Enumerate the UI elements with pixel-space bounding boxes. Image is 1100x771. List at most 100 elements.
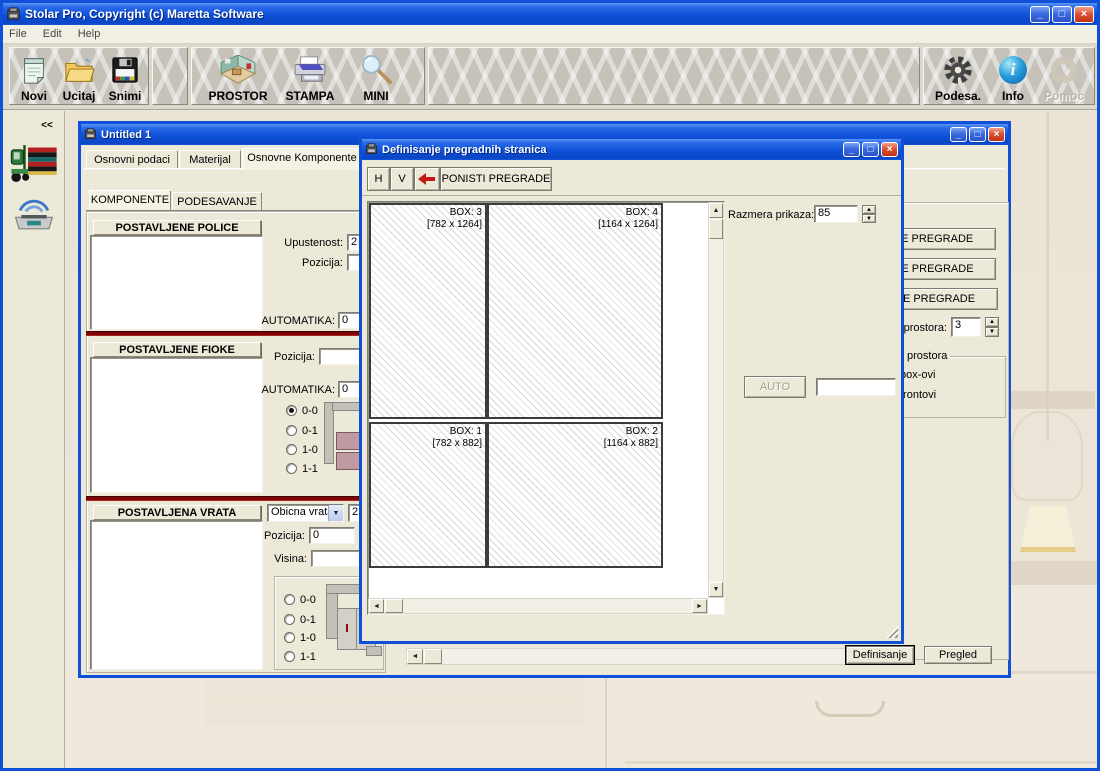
auto-value-field[interactable] [816, 378, 896, 396]
mini-button[interactable]: MINI [344, 50, 408, 103]
scroll-down-arrow[interactable]: ▼ [709, 582, 723, 597]
toolbar-file-panel: Novi Ucitaj [9, 47, 149, 105]
new-document-icon [19, 50, 49, 89]
menu-help[interactable]: Help [78, 28, 101, 40]
prostora-spin-down[interactable]: ▼ [985, 327, 999, 337]
prostor-button[interactable]: PROSTOR [202, 50, 274, 103]
definisanje-button[interactable]: Definisanje [846, 646, 914, 664]
vrata-radio-1-1[interactable] [284, 651, 295, 662]
tab-osnovni-podaci[interactable]: Osnovni podaci [86, 150, 178, 168]
dialog-icon [365, 143, 378, 156]
prostora-value: 3 [955, 319, 961, 331]
scanner-icon[interactable] [11, 195, 57, 238]
box-1-dims: [782 x 882] [433, 438, 482, 450]
vrata-pozicija-field[interactable]: 0 [309, 527, 355, 544]
fioke-radio-0-0[interactable] [286, 405, 297, 416]
forklift-icon[interactable] [9, 139, 59, 190]
ucitaj-label: Ucitaj [63, 89, 96, 103]
sidebar-collapse-button[interactable]: << [35, 117, 59, 133]
scroll-thumb[interactable] [424, 649, 442, 664]
box-canvas[interactable]: BOX: 3 [782 x 1264] BOX: 4 [1164 x 1264]… [367, 201, 725, 615]
scroll-right-arrow[interactable]: ► [692, 599, 707, 613]
auto-button: AUTO [744, 376, 806, 398]
upustenost-label: Upustenost: [271, 237, 343, 249]
fioke-pozicija-field[interactable] [319, 348, 362, 365]
menu-file[interactable]: File [9, 28, 27, 40]
box-4-dims: [1164 x 1264] [598, 219, 658, 231]
tab-osnovne-komponente[interactable]: Osnovne Komponente [242, 148, 362, 169]
upustenost-value: 2 [351, 236, 357, 248]
ponisti-pregrade-button[interactable]: PONISTI PREGRADE [440, 167, 552, 191]
fioke-radio-0-1[interactable] [286, 425, 297, 436]
prostora-spin-up[interactable]: ▲ [985, 317, 999, 327]
vrata-pozicija-label: Pozicija: [259, 530, 305, 542]
app-titlebar[interactable]: Stolar Pro, Copyright (c) Maretta Softwa… [3, 3, 1097, 25]
dialog-minimize-button[interactable]: _ [843, 142, 860, 157]
box-3[interactable]: BOX: 3 [782 x 1264] [369, 203, 487, 419]
vrata-radio-0-1[interactable] [284, 614, 295, 625]
dialog-maximize-button[interactable]: □ [862, 142, 879, 157]
app-minimize-button[interactable]: _ [1030, 6, 1050, 23]
prostora-item-boxovi: box-ovi [900, 369, 935, 381]
vrata-listbox[interactable] [90, 520, 263, 670]
fioke-radio-1-1[interactable] [286, 463, 297, 474]
scale-spin-down[interactable]: ▼ [862, 214, 876, 223]
tab-materijal[interactable]: Materijal [179, 150, 241, 168]
pregled-button[interactable]: Pregled [924, 646, 992, 664]
undo-split-button[interactable] [414, 167, 440, 191]
subtab-label: KOMPONENTE [91, 194, 169, 206]
sidebar-collapse-label: << [41, 120, 53, 131]
app-close-button[interactable]: × [1074, 6, 1094, 23]
snimi-button[interactable]: Snimi [102, 50, 148, 103]
canvas-hscrollbar[interactable]: ◄ ► [368, 598, 708, 614]
dialog-resize-grip[interactable] [886, 626, 898, 638]
scroll-left-arrow[interactable]: ◄ [407, 649, 423, 664]
fioke-radio-1-0[interactable] [286, 444, 297, 455]
police-listbox[interactable] [90, 235, 263, 330]
horizontal-split-button[interactable]: H [367, 167, 390, 191]
scroll-thumb[interactable] [709, 219, 723, 239]
scroll-up-arrow[interactable]: ▲ [709, 203, 723, 218]
doc-hscrollbar[interactable]: ◄ ► [406, 648, 876, 665]
razmera-prikaza-field[interactable]: 85 [814, 205, 858, 223]
info-button[interactable]: i Info [990, 50, 1036, 103]
novi-button[interactable]: Novi [12, 50, 56, 103]
toolbar-settings-panel: Podesa. i Info Pomoc [923, 47, 1095, 105]
vertical-split-button[interactable]: V [390, 167, 414, 191]
scroll-left-arrow[interactable]: ◄ [369, 599, 384, 613]
canvas-vscrollbar[interactable]: ▲ ▼ [708, 202, 724, 598]
scroll-thumb[interactable] [385, 599, 403, 613]
podesa-button[interactable]: Podesa. [928, 50, 988, 103]
menubar: File Edit Help [3, 25, 1097, 44]
doc-minimize-button[interactable]: _ [950, 127, 967, 142]
vrata-type-combo[interactable]: Obicna vrata ▼ [267, 504, 344, 522]
fioke-listbox[interactable] [90, 357, 263, 493]
combo-dropdown-button[interactable]: ▼ [328, 505, 343, 521]
dialog-titlebar[interactable]: Definisanje pregradnih stranica _ □ × [362, 139, 901, 160]
subtab-podesavanje[interactable]: PODESAVANJE [172, 192, 262, 210]
box-2[interactable]: BOX: 2 [1164 x 882] [487, 422, 663, 568]
doc-maximize-button[interactable]: □ [969, 127, 986, 142]
prostora-groupbox: prostora box-ovi frontovi [891, 356, 1006, 418]
menu-edit[interactable]: Edit [43, 28, 62, 40]
subtab-komponente[interactable]: KOMPONENTE [89, 190, 171, 210]
box-3-label: BOX: 3 [427, 207, 482, 219]
app-maximize-button[interactable]: □ [1052, 6, 1072, 23]
open-folder-icon [63, 50, 95, 89]
fioke-header-label: POSTAVLJENE FIOKE [119, 344, 235, 356]
razmera-prikaza-value: 85 [818, 207, 830, 219]
vrata-radio-0-0[interactable] [284, 594, 295, 605]
ucitaj-button[interactable]: Ucitaj [56, 50, 102, 103]
box-4-label: BOX: 4 [598, 207, 658, 219]
stampa-button[interactable]: STAMPA [276, 50, 344, 103]
police-header-label: POSTAVLJENE POLICE [115, 222, 238, 234]
box-1[interactable]: BOX: 1 [782 x 882] [369, 422, 487, 568]
doc-close-button[interactable]: × [988, 127, 1005, 142]
tab-label: Osnovni podaci [94, 154, 170, 166]
prostora-field[interactable]: 3 [951, 317, 981, 337]
vrata-radio-1-0[interactable] [284, 632, 295, 643]
scale-spin-up[interactable]: ▲ [862, 205, 876, 214]
dialog-close-button[interactable]: × [881, 142, 898, 157]
help-icon [1051, 50, 1077, 89]
box-4[interactable]: BOX: 4 [1164 x 1264] [487, 203, 663, 419]
